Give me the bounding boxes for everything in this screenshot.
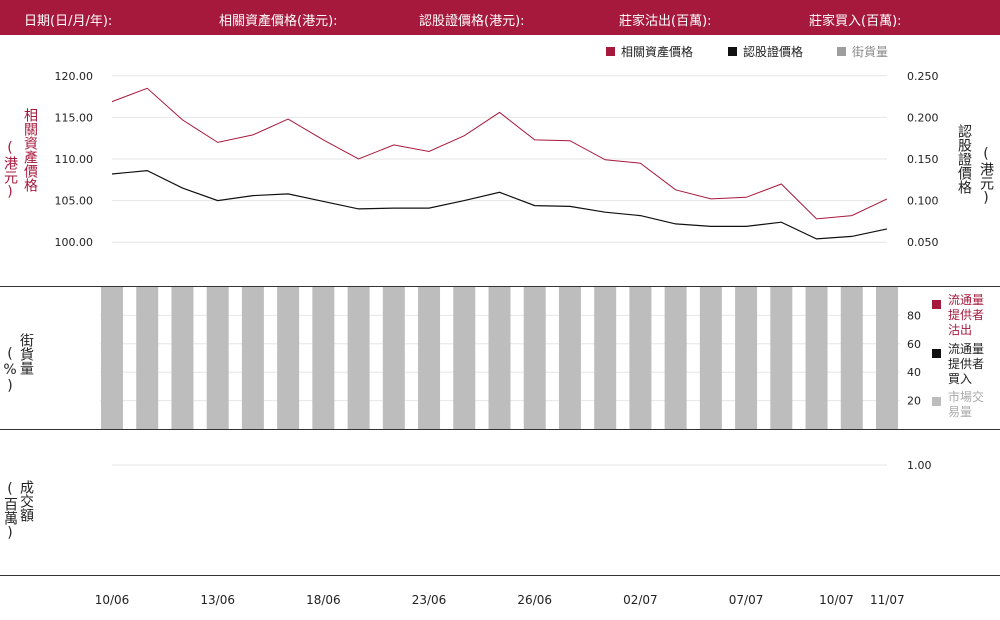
x-tick-label: 07/07 bbox=[729, 593, 764, 607]
outstanding-bar bbox=[418, 287, 441, 429]
outstanding-bar bbox=[735, 287, 758, 429]
outstanding-tick-label: 20 bbox=[907, 395, 921, 408]
right-tick-label: 0.100 bbox=[907, 195, 939, 208]
left-tick-label: 105.00 bbox=[55, 195, 94, 208]
outstanding-bar bbox=[347, 287, 370, 429]
outstanding-bar bbox=[488, 287, 511, 429]
left-tick-label: 100.00 bbox=[55, 236, 94, 249]
right-tick-label: 0.050 bbox=[907, 236, 939, 249]
outstanding-bar bbox=[558, 287, 581, 429]
outstanding-bar bbox=[312, 287, 335, 429]
x-tick-label: 10/07 bbox=[819, 593, 854, 607]
outstanding-bar bbox=[840, 287, 863, 429]
outstanding-bar bbox=[171, 287, 194, 429]
outstanding-bar bbox=[241, 287, 264, 429]
x-tick-label: 02/07 bbox=[623, 593, 658, 607]
x-tick-label: 11/07 bbox=[870, 593, 905, 607]
outstanding-bar bbox=[594, 287, 617, 429]
outstanding-bar bbox=[206, 287, 229, 429]
outstanding-tick-label: 80 bbox=[907, 309, 921, 322]
outstanding-bar bbox=[382, 287, 405, 429]
x-tick-label: 18/06 bbox=[306, 593, 341, 607]
outstanding-bar bbox=[453, 287, 476, 429]
outstanding-bar bbox=[876, 287, 898, 429]
outstanding-tick-label: 60 bbox=[907, 338, 921, 351]
x-tick-label: 23/06 bbox=[412, 593, 447, 607]
outstanding-bar bbox=[136, 287, 159, 429]
outstanding-bar bbox=[699, 287, 722, 429]
outstanding-bar bbox=[770, 287, 793, 429]
outstanding-bar bbox=[101, 287, 123, 429]
warrant-price-line bbox=[111, 169, 888, 240]
outstanding-bar bbox=[629, 287, 652, 429]
x-tick-label: 13/06 bbox=[200, 593, 235, 607]
x-tick-label: 26/06 bbox=[517, 593, 552, 607]
left-tick-label: 120.00 bbox=[55, 70, 94, 83]
x-tick-label: 10/06 bbox=[95, 593, 130, 607]
warrant-chart: 100.00 105.00 110.00 115.00 120.00 0.050 0.100… bbox=[55, 70, 939, 607]
turnover-tick-label: 1.00 bbox=[907, 459, 932, 472]
right-tick-label: 0.200 bbox=[907, 111, 939, 124]
left-tick-label: 115.00 bbox=[55, 111, 94, 124]
outstanding-bar bbox=[805, 287, 828, 429]
outstanding-bar bbox=[664, 287, 687, 429]
outstanding-tick-label: 40 bbox=[907, 366, 921, 379]
right-tick-label: 0.150 bbox=[907, 153, 939, 166]
right-tick-label: 0.250 bbox=[907, 70, 939, 83]
outstanding-bar bbox=[277, 287, 300, 429]
left-tick-label: 110.00 bbox=[55, 153, 94, 166]
outstanding-bar bbox=[523, 287, 546, 429]
